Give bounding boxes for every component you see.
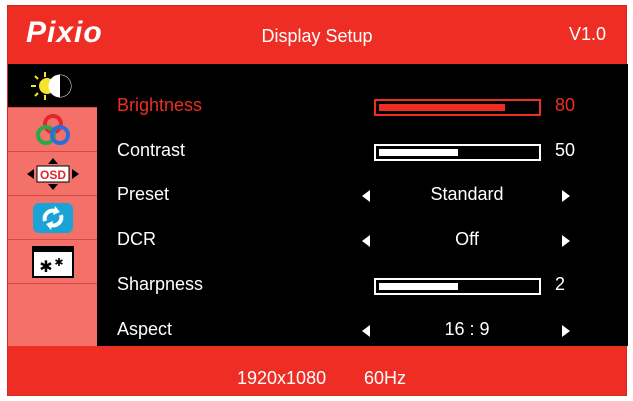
- aspect-left-arrow-icon[interactable]: [362, 325, 370, 337]
- aspect-label: Aspect: [117, 319, 173, 339]
- brightness-slider-fill: [379, 104, 505, 111]
- menu-row-preset[interactable]: Preset Standard: [97, 180, 628, 210]
- tab-reset[interactable]: [8, 196, 97, 240]
- color-icon: [35, 113, 70, 145]
- status-footer: 1920x1080 60Hz: [8, 346, 626, 397]
- refresh-rate-text: 60Hz: [364, 368, 407, 388]
- sharpness-label: Sharpness: [117, 274, 204, 294]
- menu-row-aspect[interactable]: Aspect 16 : 9: [97, 315, 628, 345]
- sharpness-value: 2: [555, 274, 566, 294]
- preset-value: Standard: [430, 184, 504, 204]
- dcr-left-arrow-icon[interactable]: [362, 235, 370, 247]
- page-title: Display Setup: [261, 26, 373, 46]
- contrast-slider-fill: [379, 149, 458, 156]
- version-label: V1.0: [568, 24, 606, 44]
- tab-color[interactable]: [8, 108, 97, 152]
- osd-settings-icon: OSD: [26, 157, 79, 190]
- brightness-label: Brightness: [117, 95, 203, 115]
- osd-header: Pixio Display Setup V1.0: [8, 6, 626, 64]
- brightness-contrast-icon: [30, 71, 71, 100]
- sharpness-slider-fill: [379, 283, 458, 290]
- preset-left-arrow-icon[interactable]: [362, 190, 370, 202]
- reset-icon: [32, 202, 73, 233]
- menu-row-brightness[interactable]: Brightness 80: [97, 91, 628, 121]
- osd-window: Pixio Display Setup V1.0 OSD ✱ ✱ Brightn…: [7, 5, 628, 397]
- menu-row-dcr[interactable]: DCR Off: [97, 225, 628, 255]
- tab-osd[interactable]: OSD: [8, 152, 97, 196]
- aspect-right-arrow-icon[interactable]: [562, 325, 570, 337]
- menu-row-contrast[interactable]: Contrast 50: [97, 136, 628, 166]
- osd-icon-label: OSD: [39, 168, 65, 182]
- resolution-text: 1920x1080: [237, 368, 327, 388]
- contrast-value: 50: [555, 140, 576, 160]
- svg-text:✱: ✱: [39, 257, 52, 276]
- dcr-value: Off: [455, 229, 479, 249]
- menu-content: Brightness 80 Contrast 50 Preset Standar…: [97, 64, 628, 346]
- aspect-value: 16 : 9: [444, 319, 490, 339]
- preset-label: Preset: [117, 184, 170, 204]
- svg-text:✱: ✱: [54, 256, 63, 269]
- menu-row-sharpness[interactable]: Sharpness 2: [97, 270, 628, 300]
- other-settings-icon: ✱ ✱: [31, 245, 74, 278]
- tab-display-setup[interactable]: [8, 64, 97, 108]
- contrast-slider[interactable]: [374, 144, 541, 161]
- brightness-value: 80: [555, 95, 576, 115]
- preset-right-arrow-icon[interactable]: [562, 190, 570, 202]
- menu-panel: OSD ✱ ✱ Brightness 80 Contrast 50 Preset…: [8, 64, 628, 346]
- sharpness-slider[interactable]: [374, 278, 541, 295]
- contrast-label: Contrast: [117, 140, 186, 160]
- brightness-slider[interactable]: [374, 99, 541, 116]
- dcr-right-arrow-icon[interactable]: [562, 235, 570, 247]
- dcr-label: DCR: [117, 229, 156, 249]
- tab-other[interactable]: ✱ ✱: [8, 240, 97, 284]
- sidebar: OSD ✱ ✱: [8, 64, 97, 346]
